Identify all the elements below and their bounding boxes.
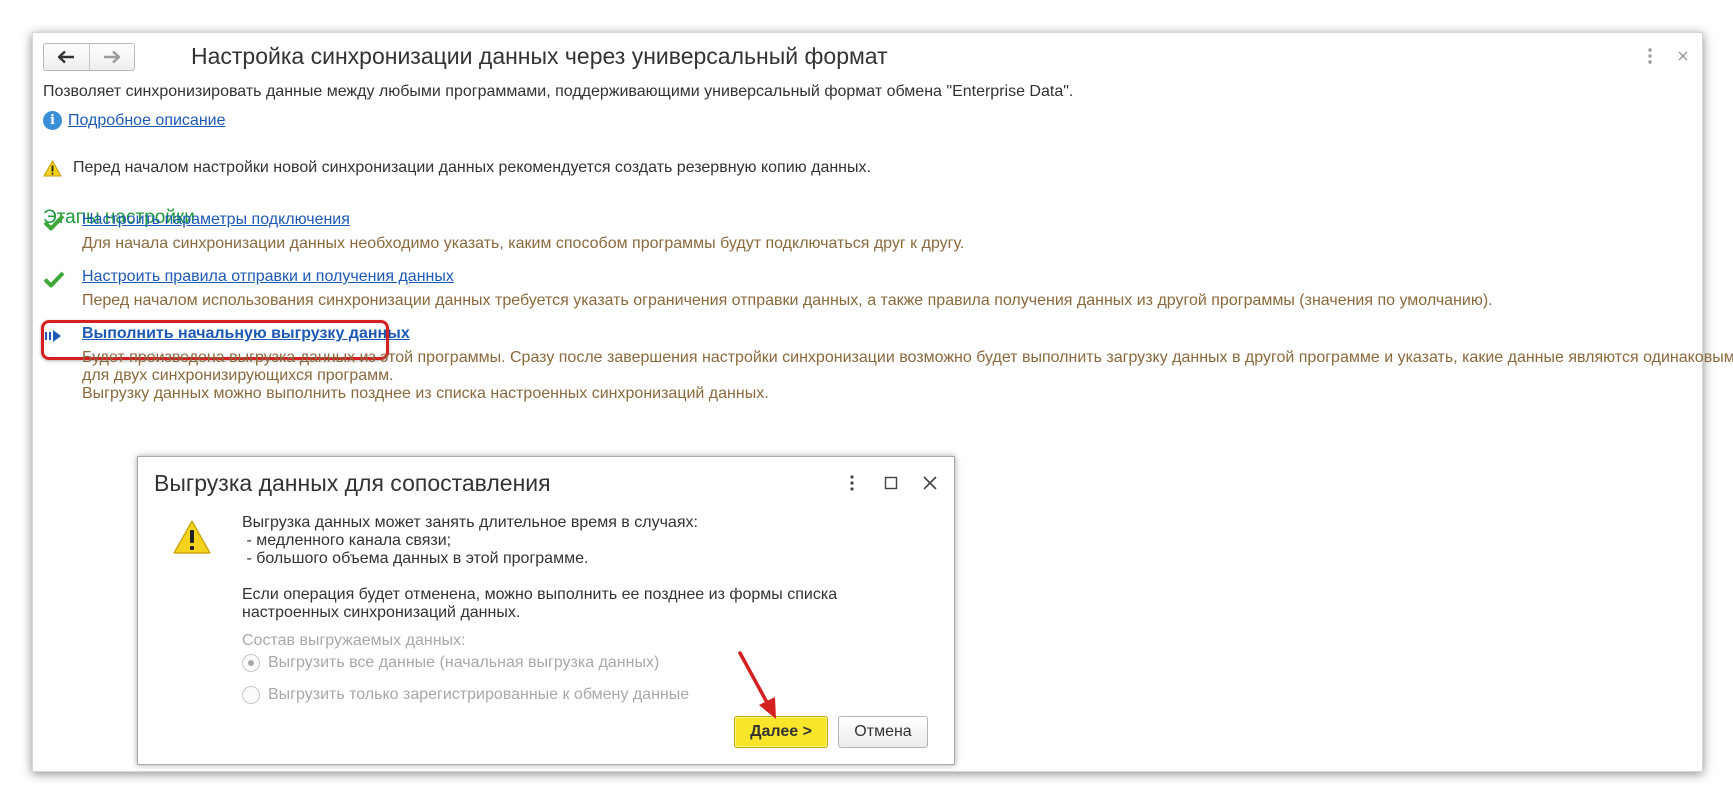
- radio-export-registered[interactable]: Выгрузить только зарегистрированные к об…: [242, 686, 689, 704]
- forward-button[interactable]: [88, 44, 135, 70]
- step-link-rules[interactable]: Настроить правила отправки и получения д…: [82, 268, 454, 286]
- dialog-text-line: Выгрузка данных может занять длительное …: [242, 514, 698, 531]
- dialog-text-line: - большого объема данных в этой программ…: [242, 550, 589, 567]
- window-title: Настройка синхронизации данных через уни…: [191, 43, 888, 69]
- step-desc-rules: Перед началом использования синхронизаци…: [82, 292, 1493, 309]
- details-link[interactable]: Подробное описание: [68, 112, 226, 130]
- warning-icon: [43, 159, 62, 176]
- window-close-button[interactable]: [1673, 45, 1693, 67]
- step-desc-export-line3: Выгрузку данных можно выполнить позднее …: [82, 385, 769, 402]
- dialog-text-line: - медленного канала связи;: [242, 532, 452, 549]
- dialog-text-line: настроенных синхронизаций данных.: [242, 604, 521, 621]
- red-arrow-icon: [738, 651, 776, 719]
- step-link-connection[interactable]: Настроить параметры подключения: [82, 211, 350, 229]
- dialog-title: Выгрузка данных для сопоставления: [154, 470, 551, 496]
- step-desc-export-line2: для двух синхронизирующихся программ.: [82, 367, 394, 384]
- backup-warning: Перед началом настройки новой синхрониза…: [43, 159, 871, 177]
- cancel-button[interactable]: Отмена: [838, 716, 928, 748]
- check-icon: [43, 214, 65, 231]
- radio-label: Выгрузить все данные (начальная выгрузка…: [268, 654, 660, 671]
- back-button[interactable]: [44, 44, 89, 70]
- step-desc-connection: Для начала синхронизации данных необходи…: [82, 235, 965, 252]
- maximize-icon: [884, 476, 898, 490]
- arrow-left-icon: [58, 50, 75, 64]
- dialog-text-line: Если операция будет отменена, можно выпо…: [242, 586, 838, 603]
- more-vertical-icon: [850, 475, 854, 491]
- window-description: Позволяет синхронизировать данные между …: [43, 83, 1074, 100]
- export-dialog: Выгрузка данных для сопоставления Выгруз…: [137, 456, 955, 765]
- close-icon: [923, 476, 937, 490]
- more-actions-button[interactable]: [1643, 45, 1657, 67]
- close-icon: [1678, 51, 1688, 61]
- radio-label: Выгрузить только зарегистрированные к об…: [268, 686, 690, 703]
- details-row: i Подробное описание: [43, 111, 226, 130]
- dialog-more-button[interactable]: [842, 473, 862, 493]
- check-icon: [43, 271, 65, 288]
- backup-warning-text: Перед началом настройки новой синхрониза…: [73, 159, 871, 176]
- step-desc-export-line1: Будет произведена выгрузка данных из это…: [82, 349, 1733, 366]
- dialog-maximize-button[interactable]: [881, 473, 901, 493]
- radio-export-all[interactable]: Выгрузить все данные (начальная выгрузка…: [242, 654, 659, 672]
- arrow-right-icon: [103, 50, 120, 64]
- dialog-close-button[interactable]: [920, 473, 940, 493]
- export-scope-label: Состав выгружаемых данных:: [242, 632, 466, 649]
- radio-button[interactable]: [242, 686, 260, 704]
- navigation-buttons: [43, 43, 135, 71]
- more-vertical-icon: [1648, 48, 1652, 64]
- info-icon: i: [43, 111, 62, 130]
- warning-icon: [173, 520, 211, 554]
- radio-button[interactable]: [242, 654, 260, 672]
